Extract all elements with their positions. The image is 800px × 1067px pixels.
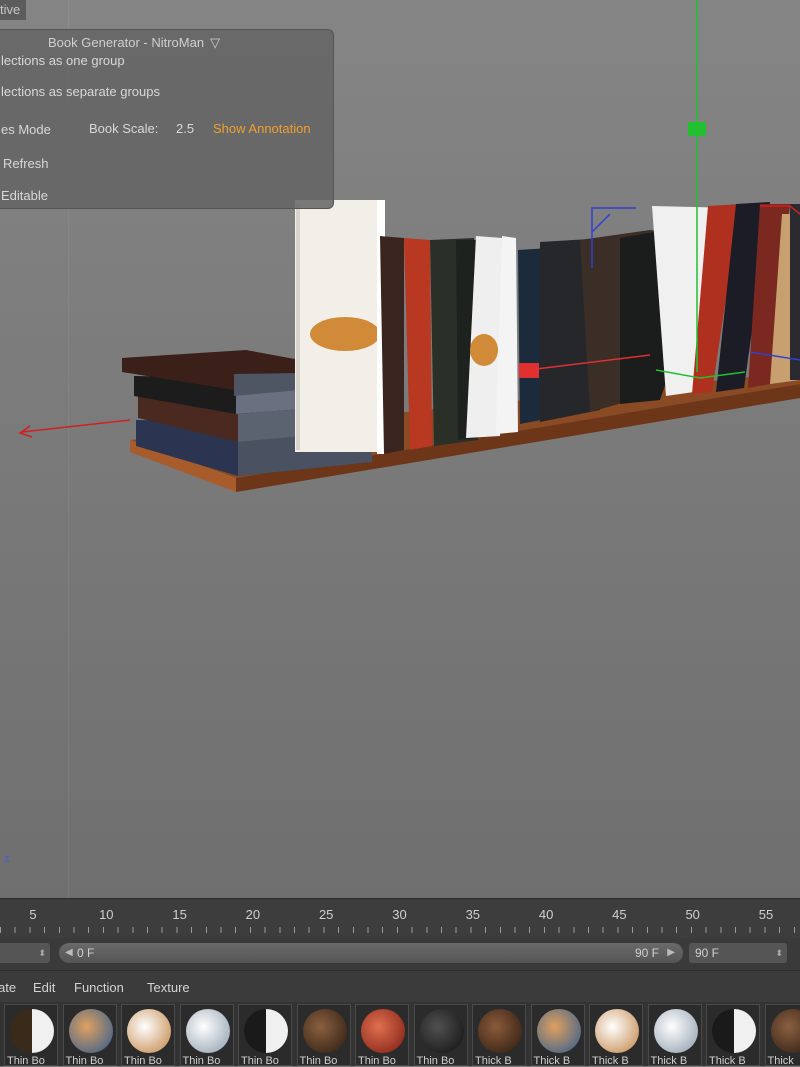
range-right-arrow-icon[interactable]: ▶ [667, 943, 675, 963]
material-label: Thin Bo [300, 1055, 338, 1067]
menu-edit[interactable]: Edit [33, 980, 55, 995]
material-preview-icon [10, 1009, 54, 1053]
material-preview-icon [595, 1009, 639, 1053]
timeline-tick-label: 30 [392, 907, 406, 922]
material-swatch[interactable]: Thin Bo [121, 1004, 175, 1066]
timeline-ruler[interactable]: 5 10 15 20 25 30 35 40 45 50 55 [0, 898, 800, 939]
range-end: 90 F [635, 943, 659, 963]
material-label: Thin Bo [417, 1055, 455, 1067]
panel-title-text: Book Generator - NitroMan [48, 35, 204, 50]
material-manager-menu: ate Edit Function Texture [0, 970, 800, 1003]
option-one-group[interactable]: lections as one group [1, 53, 125, 68]
frame-range-bar: ⬍ ◀ 0 F 90 F ▶ 90 F ⬍ [0, 938, 800, 970]
material-label: Thin Bo [124, 1055, 162, 1067]
axis-indicator-z: z [4, 853, 10, 865]
timeline-tick-label: 25 [319, 907, 333, 922]
timeline-tick-label: 15 [172, 907, 186, 922]
material-preview-icon [69, 1009, 113, 1053]
material-preview-icon [244, 1009, 288, 1053]
timeline-tick-label: 40 [539, 907, 553, 922]
material-label: Thin Bo [66, 1055, 104, 1067]
material-swatch[interactable]: Thin Bo [180, 1004, 234, 1066]
material-swatch[interactable]: Thick B [531, 1004, 585, 1066]
material-swatch[interactable]: Thin Bo [63, 1004, 117, 1066]
panel-title[interactable]: Book Generator - NitroMan ▽ [48, 35, 220, 51]
timeline-tick-label: 50 [685, 907, 699, 922]
material-label: Thick B [534, 1055, 571, 1067]
book-scale-label: Book Scale: [89, 121, 158, 136]
menu-create[interactable]: ate [0, 980, 16, 995]
spinner-icon[interactable]: ⬍ [38, 943, 46, 963]
material-label: Thin Bo [7, 1055, 45, 1067]
material-preview-icon [127, 1009, 171, 1053]
range-start: 0 F [77, 943, 94, 963]
menu-function[interactable]: Function [74, 980, 124, 995]
timeline-tick-label: 20 [246, 907, 260, 922]
end-frame-value: 90 F [695, 946, 719, 960]
editable-button[interactable]: Editable [1, 188, 48, 203]
start-frame-field[interactable]: ⬍ [0, 943, 50, 963]
material-preview-icon [712, 1009, 756, 1053]
timeline-ticks: 5 10 15 20 25 30 35 40 45 50 55 [0, 907, 800, 923]
timeline-tick-label: 35 [466, 907, 480, 922]
material-label: Thin Bo [358, 1055, 396, 1067]
material-swatch[interactable]: Thin Bo [414, 1004, 468, 1066]
material-swatch[interactable]: Thin Bo [355, 1004, 409, 1066]
book-generator-panel: Book Generator - NitroMan ▽ lections as o… [0, 29, 334, 209]
material-label: Thin Bo [183, 1055, 221, 1067]
material-preview-icon [361, 1009, 405, 1053]
timeline-tick-label: 45 [612, 907, 626, 922]
material-preview-icon [537, 1009, 581, 1053]
material-swatch[interactable]: Thick B [472, 1004, 526, 1066]
menu-texture[interactable]: Texture [147, 980, 190, 995]
timeline-tick-label: 10 [99, 907, 113, 922]
book-scale-value[interactable]: 2.5 [176, 121, 194, 136]
material-swatch[interactable]: Thin Bo [4, 1004, 58, 1066]
material-label: Thin Bo [241, 1055, 279, 1067]
material-preview-icon [654, 1009, 698, 1053]
material-swatch[interactable]: Thin Bo [238, 1004, 292, 1066]
material-swatch[interactable]: Thick B [589, 1004, 643, 1066]
timeline-tick-label: 5 [29, 907, 36, 922]
refresh-button[interactable]: Refresh [3, 156, 49, 171]
end-frame-field[interactable]: 90 F ⬍ [689, 943, 787, 963]
timeline-tick-label: 55 [759, 907, 773, 922]
material-strip: Thin Bo Thin Bo Thin Bo Thin Bo Thin Bo Thin … [0, 1002, 800, 1066]
material-preview-icon [303, 1009, 347, 1053]
3d-viewport[interactable]: tive [0, 0, 800, 898]
material-preview-icon [478, 1009, 522, 1053]
upright-books [295, 200, 800, 454]
mode-option[interactable]: es Mode [1, 122, 51, 137]
dropdown-triangle-icon[interactable]: ▽ [210, 35, 220, 51]
material-label: Thick B [709, 1055, 746, 1067]
spinner-icon[interactable]: ⬍ [775, 943, 783, 963]
material-preview-icon [420, 1009, 464, 1053]
material-swatch[interactable]: Thick [765, 1004, 800, 1066]
timeline-tick-marks [0, 927, 800, 933]
show-annotation-link[interactable]: Show Annotation [213, 121, 311, 136]
range-left-arrow-icon[interactable]: ◀ [65, 943, 73, 963]
frame-range-slider[interactable]: ◀ 0 F 90 F ▶ [59, 943, 683, 963]
material-label: Thick B [475, 1055, 512, 1067]
material-label: Thick B [651, 1055, 688, 1067]
material-preview-icon [186, 1009, 230, 1053]
material-swatch[interactable]: Thick B [648, 1004, 702, 1066]
material-label: Thick [768, 1055, 794, 1067]
material-swatch[interactable]: Thin Bo [297, 1004, 351, 1066]
option-separate-groups[interactable]: lections as separate groups [1, 84, 160, 99]
material-label: Thick B [592, 1055, 629, 1067]
material-swatch[interactable]: Thick B [706, 1004, 760, 1066]
material-preview-icon [771, 1009, 800, 1053]
